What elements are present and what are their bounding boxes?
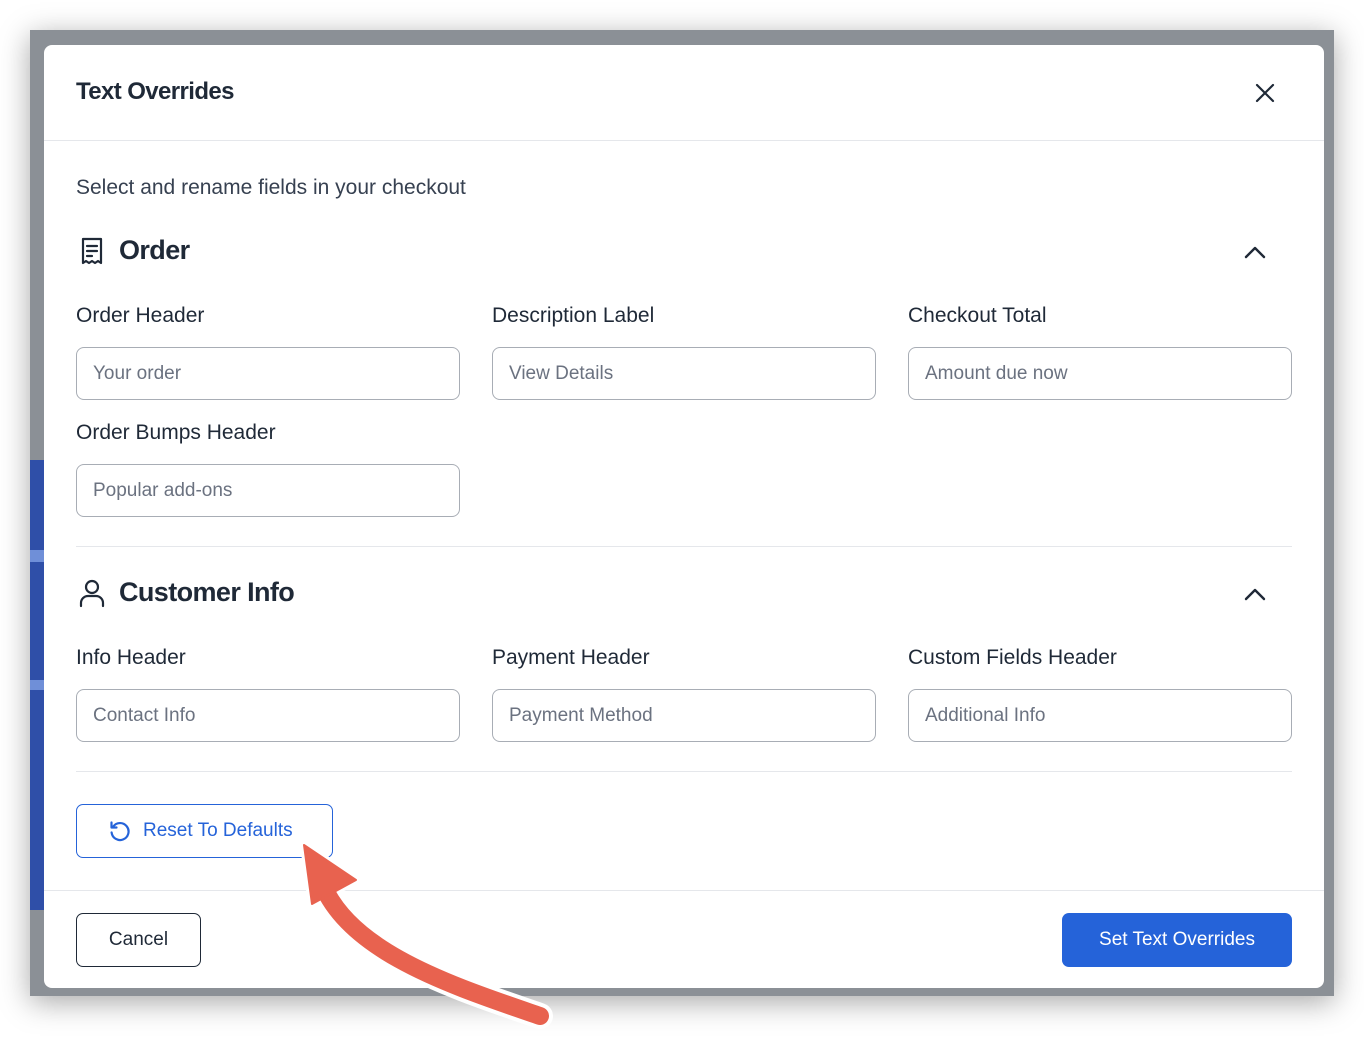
reset-icon xyxy=(110,821,130,842)
field-info-header: Info Header xyxy=(76,645,460,742)
field-label: Info Header xyxy=(76,646,186,669)
section-header-order[interactable]: Order xyxy=(76,233,1292,273)
field-label: Order Header xyxy=(76,304,205,327)
background-app-strip xyxy=(30,680,44,690)
modal-footer: Cancel Set Text Overrides xyxy=(44,890,1324,988)
order-header-input[interactable] xyxy=(76,347,460,400)
text-overrides-modal: Text Overrides Select and rename fields … xyxy=(44,45,1324,988)
section-divider xyxy=(76,546,1292,547)
field-label: Checkout Total xyxy=(908,304,1047,327)
user-icon xyxy=(79,579,105,608)
modal-title: Text Overrides xyxy=(76,78,235,105)
field-payment-header: Payment Header xyxy=(492,645,876,742)
background-app-strip xyxy=(30,550,44,562)
info-header-input[interactable] xyxy=(76,689,460,742)
close-icon xyxy=(1255,83,1275,103)
collapse-order-button[interactable] xyxy=(1239,236,1271,268)
field-label: Order Bumps Header xyxy=(76,421,276,444)
chevron-up-icon xyxy=(1244,588,1266,601)
field-custom-fields-header: Custom Fields Header xyxy=(908,645,1292,742)
description-label-input[interactable] xyxy=(492,347,876,400)
section-title-order: Order xyxy=(119,235,190,265)
reset-to-defaults-button[interactable]: Reset To Defaults xyxy=(76,804,333,858)
section-title-customer-info: Customer Info xyxy=(119,577,295,607)
set-text-overrides-button[interactable]: Set Text Overrides xyxy=(1062,913,1292,967)
order-bumps-header-input[interactable] xyxy=(76,464,460,517)
field-order-header: Order Header xyxy=(76,303,460,400)
field-label: Description Label xyxy=(492,304,655,327)
field-label: Custom Fields Header xyxy=(908,646,1117,669)
chevron-up-icon xyxy=(1244,246,1266,259)
custom-fields-header-input[interactable] xyxy=(908,689,1292,742)
field-checkout-total: Checkout Total xyxy=(908,303,1292,400)
reset-label: Reset To Defaults xyxy=(143,820,293,841)
close-button[interactable] xyxy=(1250,78,1280,108)
cancel-button[interactable]: Cancel xyxy=(76,913,201,967)
field-label: Payment Header xyxy=(492,646,650,669)
checkout-total-input[interactable] xyxy=(908,347,1292,400)
section-header-customer-info[interactable]: Customer Info xyxy=(76,575,1292,615)
collapse-customer-info-button[interactable] xyxy=(1239,578,1271,610)
modal-header: Text Overrides xyxy=(44,45,1324,141)
field-description-label: Description Label xyxy=(492,303,876,400)
section-divider xyxy=(76,771,1292,772)
payment-header-input[interactable] xyxy=(492,689,876,742)
receipt-icon xyxy=(81,237,103,265)
modal-intro-text: Select and rename fields in your checkou… xyxy=(76,176,466,199)
field-order-bumps-header: Order Bumps Header xyxy=(76,420,460,517)
